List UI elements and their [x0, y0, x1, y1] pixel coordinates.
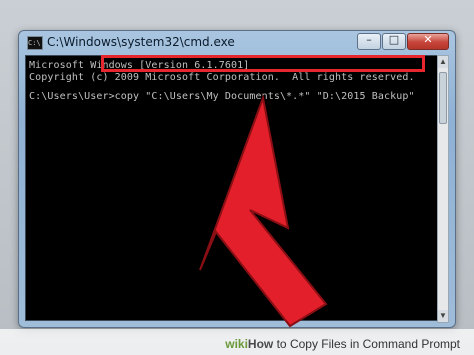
brand-how: How	[247, 337, 274, 351]
red-arrow-shape	[199, 94, 328, 328]
footer-caption: wikiHow to Copy Files in Command Prompt	[225, 337, 460, 351]
screen-background: C:\ C:\Windows\system32\cmd.exe – □ ✕ Mi…	[0, 0, 474, 355]
footer-title: to Copy Files in Command Prompt	[273, 337, 460, 351]
footer-bar: wikiHow to Copy Files in Command Prompt	[0, 329, 474, 355]
pointer-arrow-icon	[199, 94, 328, 328]
brand-wiki: wiki	[225, 337, 248, 351]
